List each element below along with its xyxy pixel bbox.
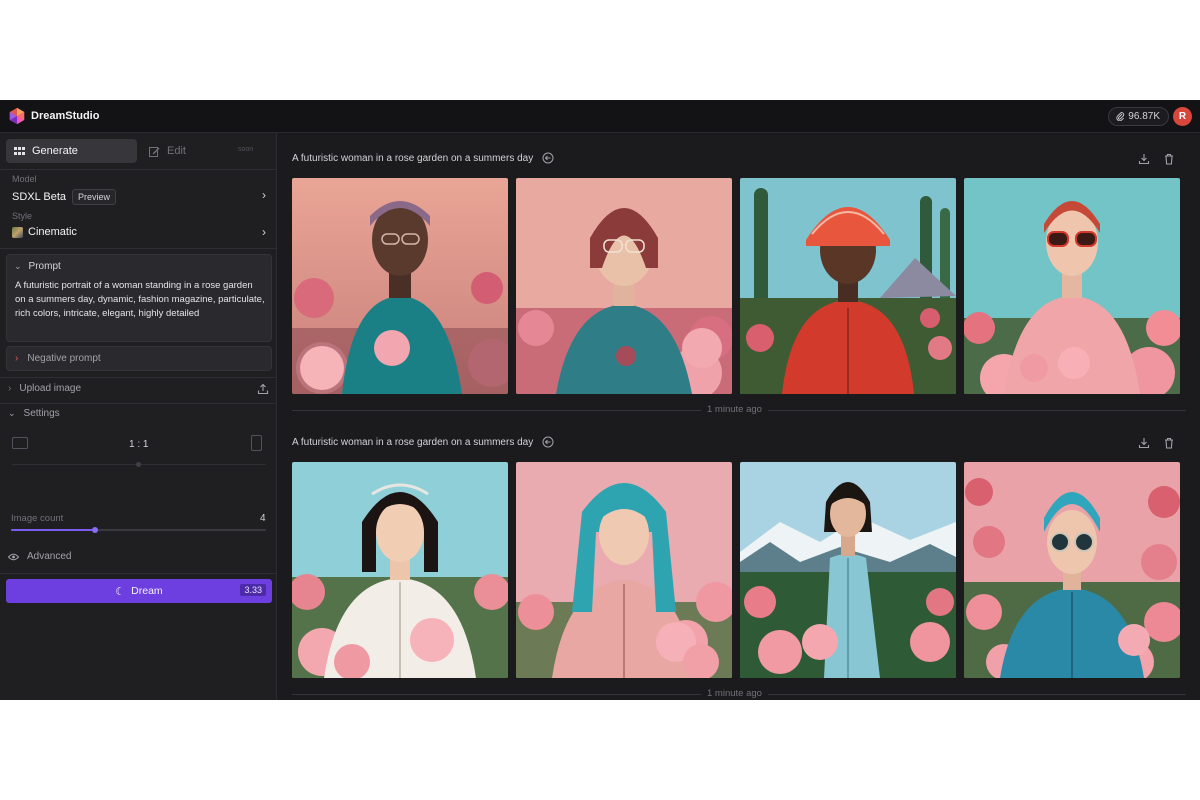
portrait-image — [292, 178, 508, 394]
generation-header: A futuristic woman in a rose garden on a… — [292, 152, 554, 164]
trash-icon[interactable] — [1163, 153, 1175, 165]
trash-icon[interactable] — [1163, 437, 1175, 449]
reuse-prompt-icon[interactable] — [542, 436, 554, 448]
sidebar: Generate Edit soon Model SDXL Beta Previ… — [0, 133, 277, 700]
generation-prompt: A futuristic woman in a rose garden on a… — [292, 436, 534, 448]
settings-label: Settings — [23, 408, 60, 419]
portrait-ratio-icon[interactable] — [251, 435, 262, 451]
divider — [0, 248, 277, 249]
app-window: DreamStudio 96.87K R Generate Edit soon … — [0, 100, 1200, 700]
image-count-slider-thumb[interactable] — [92, 527, 99, 533]
prompt-header[interactable]: ⌄ Prompt — [14, 261, 61, 272]
paperclip-icon — [1116, 112, 1125, 121]
user-avatar[interactable]: R — [1173, 107, 1192, 126]
prompt-panel: ⌄ Prompt A futuristic portrait of a woma… — [6, 254, 272, 342]
style-label: Style — [12, 211, 33, 221]
portrait-image — [516, 462, 732, 678]
dream-cost-badge: 3.33 — [240, 584, 266, 596]
model-selector[interactable]: SDXL Beta Preview — [12, 189, 117, 205]
upload-image-label: Upload image — [19, 383, 82, 394]
generated-image[interactable] — [516, 462, 732, 678]
generated-image[interactable] — [740, 462, 956, 678]
aspect-ratio-value: 1 : 1 — [129, 439, 149, 450]
preview-badge: Preview — [72, 189, 117, 205]
tab-generate[interactable]: Generate — [6, 139, 137, 163]
divider — [0, 573, 277, 574]
style-name: Cinematic — [28, 226, 77, 238]
grid-icon — [14, 146, 25, 155]
prompt-textarea[interactable]: A futuristic portrait of a woman standin… — [15, 279, 265, 321]
advanced-toggle[interactable]: Advanced — [8, 551, 71, 562]
generation-timestamp: 1 minute ago — [701, 404, 768, 415]
settings-toggle[interactable]: ⌄ Settings — [8, 408, 60, 419]
portrait-image — [964, 462, 1180, 678]
image-count-value: 4 — [260, 513, 266, 524]
chevron-down-icon: ⌄ — [8, 408, 16, 418]
landscape-ratio-icon[interactable] — [12, 437, 28, 449]
credits-badge[interactable]: 96.87K — [1108, 107, 1169, 126]
model-label: Model — [12, 174, 37, 184]
generation-header: A futuristic woman in a rose garden on a… — [292, 436, 554, 448]
aspect-ratio-slider-thumb[interactable] — [136, 462, 141, 467]
chevron-right-icon[interactable]: › — [262, 225, 266, 239]
dream-label: Dream — [131, 585, 163, 597]
top-bar: DreamStudio 96.87K R — [0, 100, 1200, 133]
tab-generate-label: Generate — [32, 145, 78, 157]
reuse-prompt-icon[interactable] — [542, 152, 554, 164]
soon-label: soon — [238, 146, 254, 153]
upload-image-toggle[interactable]: › Upload image — [8, 383, 81, 394]
tab-edit[interactable]: Edit — [149, 139, 186, 163]
generated-image[interactable] — [964, 462, 1180, 678]
portrait-image — [740, 462, 956, 678]
generation-timestamp: 1 minute ago — [701, 688, 768, 699]
download-icon[interactable] — [1138, 437, 1150, 449]
negative-prompt-toggle[interactable]: › Negative prompt — [6, 346, 272, 371]
advanced-label: Advanced — [27, 551, 72, 562]
portrait-image — [516, 178, 732, 394]
model-name: SDXL Beta — [12, 191, 67, 203]
divider — [0, 403, 277, 404]
generated-image[interactable] — [964, 178, 1180, 394]
generated-image[interactable] — [740, 178, 956, 394]
divider — [0, 169, 277, 170]
prompt-label: Prompt — [28, 261, 61, 272]
chevron-right-icon[interactable]: › — [262, 188, 266, 202]
download-icon[interactable] — [1138, 153, 1150, 165]
tab-edit-label: Edit — [167, 145, 186, 157]
eye-icon — [8, 553, 19, 560]
chevron-right-icon: › — [8, 383, 12, 394]
chevron-down-icon: ⌄ — [14, 261, 22, 271]
portrait-image — [740, 178, 956, 394]
negative-prompt-label: Negative prompt — [27, 353, 101, 364]
image-count-slider-fill — [11, 529, 96, 531]
upload-icon[interactable] — [257, 383, 269, 395]
divider — [0, 377, 277, 378]
chevron-right-icon: › — [15, 353, 19, 364]
style-thumbnail-icon — [12, 226, 23, 238]
dreamstudio-logo-icon — [9, 107, 25, 125]
generated-image[interactable] — [292, 178, 508, 394]
app-title: DreamStudio — [31, 110, 100, 122]
portrait-image — [964, 178, 1180, 394]
image-count-slider[interactable] — [11, 527, 266, 533]
generations-panel: A futuristic woman in a rose garden on a… — [278, 133, 1200, 700]
generated-image[interactable] — [292, 462, 508, 678]
portrait-image — [292, 462, 508, 678]
generation-prompt: A futuristic woman in a rose garden on a… — [292, 152, 534, 164]
style-selector[interactable]: Cinematic — [12, 226, 77, 238]
edit-icon — [149, 146, 160, 157]
moon-icon: ☾ — [115, 585, 126, 598]
credits-value: 96.87K — [1128, 111, 1160, 122]
dream-button[interactable]: ☾ Dream 3.33 — [6, 579, 272, 603]
generated-image[interactable] — [516, 178, 732, 394]
image-count-label: Image count — [11, 513, 64, 524]
